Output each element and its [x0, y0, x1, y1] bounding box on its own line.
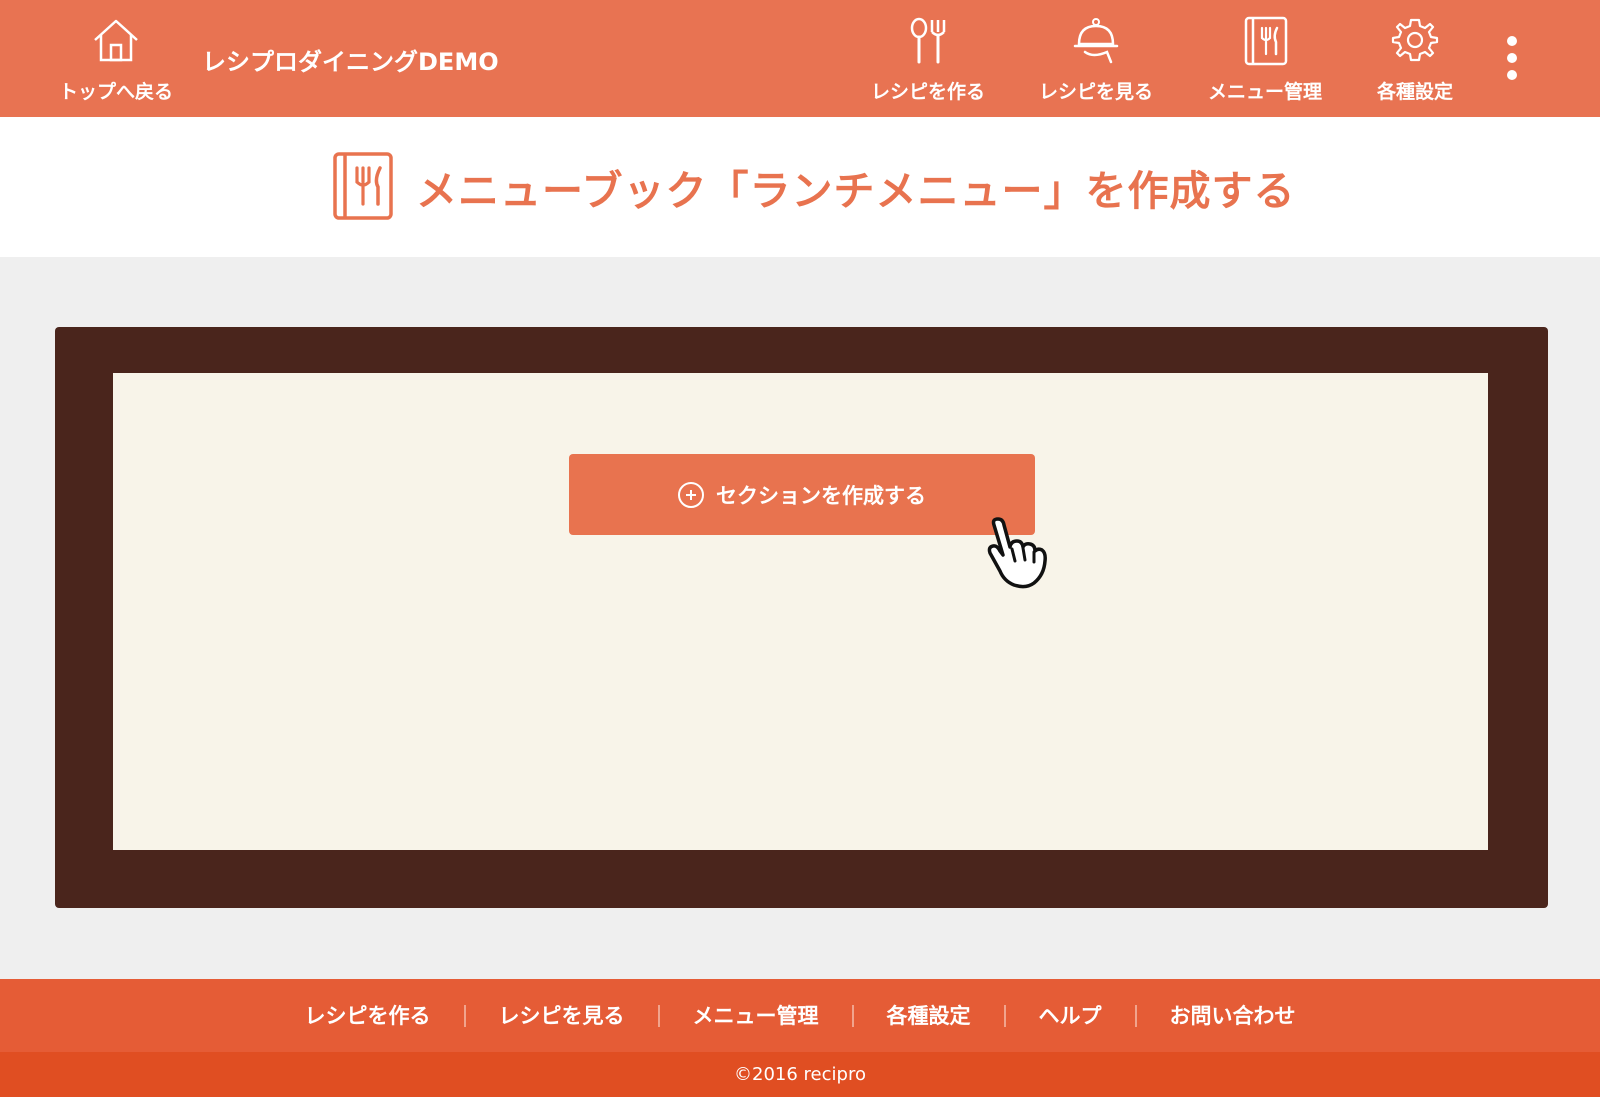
footer-nav: レシピを作る レシピを見る メニュー管理 各種設定 ヘルプ お問い合わせ: [0, 979, 1600, 1052]
nav-label: レシピを見る: [1038, 81, 1153, 103]
create-section-button[interactable]: セクションを作成する: [569, 454, 1035, 535]
hand-pointer-icon: [987, 517, 1047, 589]
home-button[interactable]: トップへ戻る: [56, 0, 176, 117]
footer-link-menu-management[interactable]: メニュー管理: [657, 1004, 852, 1027]
footer-link-contact[interactable]: お問い合わせ: [1134, 1004, 1329, 1027]
footer-link-help[interactable]: ヘルプ: [1003, 1004, 1135, 1027]
menu-book-canvas: セクションを作成する: [113, 373, 1488, 850]
app-title: レシプロダイニングDEMO: [202, 48, 499, 76]
cloche-icon: [1073, 18, 1119, 64]
top-header: トップへ戻る レシプロダイニングDEMO レシピを作る レシピを見る メニュー管…: [0, 0, 1600, 117]
page-title-band: メニューブック「ランチメニュー」を作成する: [0, 117, 1600, 257]
kebab-menu-icon[interactable]: [1500, 34, 1524, 82]
footer: レシピを作る レシピを見る メニュー管理 各種設定 ヘルプ お問い合わせ ©20…: [0, 979, 1600, 1097]
nav-label: レシピを作る: [870, 81, 985, 103]
nav-create-recipe[interactable]: レシピを作る: [866, 0, 990, 117]
page-title: メニューブック「ランチメニュー」を作成する: [416, 167, 1296, 215]
create-section-label: セクションを作成する: [716, 483, 926, 508]
menu-book-icon: [333, 152, 393, 220]
nav-settings[interactable]: 各種設定: [1370, 0, 1460, 117]
footer-link-settings[interactable]: 各種設定: [851, 1004, 1004, 1027]
nav-menu-management[interactable]: メニュー管理: [1203, 0, 1327, 117]
copyright: ©2016 recipro: [0, 1052, 1600, 1097]
nav-view-recipe[interactable]: レシピを見る: [1034, 0, 1158, 117]
spoon-fork-icon: [910, 17, 946, 64]
gear-icon: [1391, 18, 1439, 62]
home-label: トップへ戻る: [58, 81, 173, 103]
plus-circle-icon: [678, 481, 704, 508]
menu-book-board: セクションを作成する: [55, 327, 1548, 908]
nav-label: 各種設定: [1376, 81, 1453, 103]
home-icon: [94, 19, 138, 62]
menu-book-icon: [1244, 16, 1288, 66]
footer-link-view-recipe[interactable]: レシピを見る: [463, 1004, 658, 1027]
nav-label: メニュー管理: [1207, 81, 1322, 103]
footer-link-create-recipe[interactable]: レシピを作る: [272, 1005, 464, 1027]
